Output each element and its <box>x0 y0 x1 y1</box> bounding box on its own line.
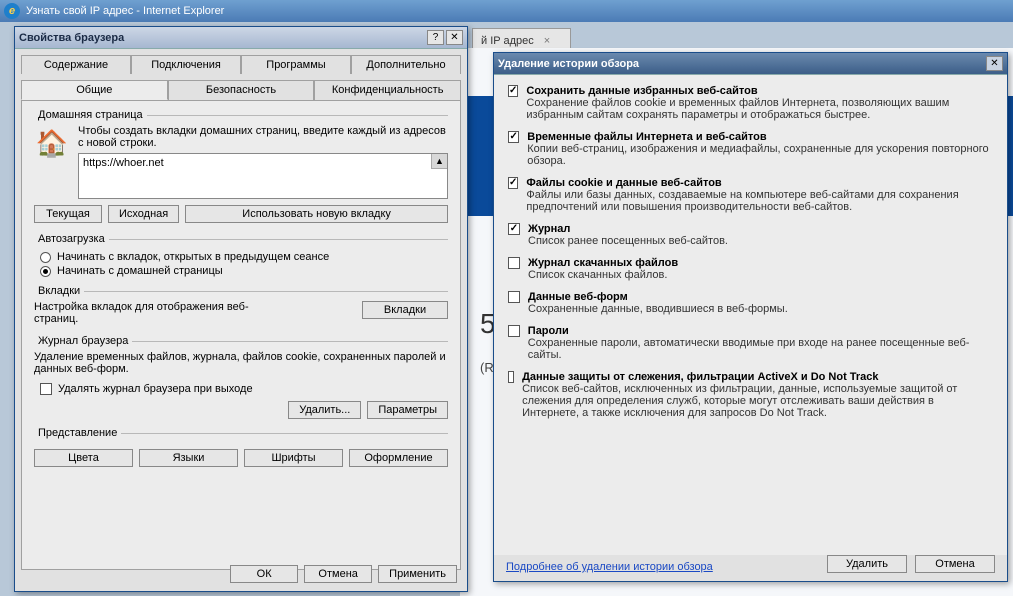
ok-button[interactable]: ОК <box>230 565 298 583</box>
hist-item: Временные файлы Интернета и веб-сайтовКо… <box>508 131 993 167</box>
hist-checkbox[interactable] <box>508 177 518 189</box>
cancel-button[interactable]: Отмена <box>304 565 372 583</box>
hist-item: ПаролиСохраненные пароли, автоматически … <box>508 325 993 361</box>
hist-checkbox[interactable] <box>508 325 520 337</box>
props-footer: ОК Отмена Применить <box>230 565 457 583</box>
hist-titlebar[interactable]: Удаление истории обзора ✕ <box>494 53 1007 75</box>
legend-home: Домашняя страница <box>34 109 147 121</box>
close-button[interactable]: ✕ <box>446 30 463 45</box>
homepage-url-input[interactable]: https://whoer.net ▲ <box>78 153 448 199</box>
legend-appearance: Представление <box>34 427 121 439</box>
legend-journal: Журнал браузера <box>34 335 132 347</box>
hist-item-title: Журнал скачанных файлов <box>528 257 678 269</box>
languages-button[interactable]: Языки <box>139 449 238 467</box>
default-button[interactable]: Исходная <box>108 205 179 223</box>
hist-checkbox[interactable] <box>508 131 519 143</box>
scroll-up-icon[interactable]: ▲ <box>431 154 447 169</box>
hist-item-desc: Сохраненные данные, вводившиеся в веб-фо… <box>528 303 788 315</box>
radio-start-tabs[interactable]: Начинать с вкладок, открытых в предыдуще… <box>40 251 448 263</box>
hist-item-title: Сохранить данные избранных веб-сайтов <box>526 85 993 97</box>
tab-general[interactable]: Общие <box>21 80 168 100</box>
hist-item-title: Файлы cookie и данные веб-сайтов <box>526 177 993 189</box>
current-button[interactable]: Текущая <box>34 205 102 223</box>
tab-connections[interactable]: Подключения <box>131 55 241 74</box>
tab-content[interactable]: Содержание <box>21 55 131 74</box>
hist-item: Сохранить данные избранных веб-сайтовСох… <box>508 85 993 121</box>
hist-delete-button[interactable]: Удалить <box>827 555 907 573</box>
legend-tabs: Вкладки <box>34 285 84 297</box>
hist-item-desc: Список скачанных файлов. <box>528 269 667 281</box>
params-button[interactable]: Параметры <box>367 401 448 419</box>
background-tab[interactable]: й IP адрес × <box>472 28 571 50</box>
hist-close-button[interactable]: ✕ <box>986 56 1003 71</box>
hist-item-title: Данные защиты от слежения, фильтрации Ac… <box>522 371 993 383</box>
style-button[interactable]: Оформление <box>349 449 448 467</box>
ie-titlebar: e Узнать свой IP адрес - Internet Explor… <box>0 0 1013 22</box>
hist-item-desc: Копии веб-страниц, изображения и медиафа… <box>527 143 988 167</box>
tab-privacy[interactable]: Конфиденциальность <box>314 80 461 100</box>
close-icon[interactable]: × <box>544 35 550 47</box>
legend-autoload: Автозагрузка <box>34 233 109 245</box>
hist-checkbox[interactable] <box>508 291 520 303</box>
hist-item: Файлы cookie и данные веб-сайтовФайлы ил… <box>508 177 993 213</box>
props-title: Свойства браузера <box>19 32 124 44</box>
use-newtab-button[interactable]: Использовать новую вкладку <box>185 205 448 223</box>
tabs-row-1: Содержание Подключения Программы Дополни… <box>15 49 467 74</box>
hist-checkbox[interactable] <box>508 257 520 269</box>
delete-button[interactable]: Удалить... <box>288 401 361 419</box>
tab-body-general: Домашняя страница 🏠 Чтобы создать вкладк… <box>21 100 461 570</box>
hist-item-desc: Сохраненные пароли, автоматически вводим… <box>528 337 970 361</box>
home-icon: 🏠 <box>34 125 70 161</box>
hist-item-title: Данные веб-форм <box>528 291 788 303</box>
hist-item: Данные защиты от слежения, фильтрации Ac… <box>508 371 993 419</box>
window-title: Узнать свой IP адрес - Internet Explorer <box>26 5 224 17</box>
tabs-hint: Настройка вкладок для отображения веб-ст… <box>34 301 274 325</box>
tab-advanced[interactable]: Дополнительно <box>351 55 461 74</box>
hist-checkbox[interactable] <box>508 85 518 97</box>
hist-item: Журнал скачанных файловСписок скачанных … <box>508 257 993 281</box>
tabs-row-2: Общие Безопасность Конфиденциальность <box>15 74 467 100</box>
browser-properties-dialog: Свойства браузера ? ✕ Содержание Подключ… <box>14 26 468 592</box>
hist-item-title: Временные файлы Интернета и веб-сайтов <box>527 131 993 143</box>
home-hint: Чтобы создать вкладки домашних страниц, … <box>78 125 448 149</box>
tab-programs[interactable]: Программы <box>241 55 351 74</box>
journal-hint: Удаление временных файлов, журнала, файл… <box>34 351 448 375</box>
ie-logo-icon: e <box>4 3 20 19</box>
fonts-button[interactable]: Шрифты <box>244 449 343 467</box>
colors-button[interactable]: Цвета <box>34 449 133 467</box>
tabs-button[interactable]: Вкладки <box>362 301 448 319</box>
props-titlebar[interactable]: Свойства браузера ? ✕ <box>15 27 467 49</box>
hist-item-desc: Список веб-сайтов, исключенных из фильтр… <box>522 383 957 419</box>
tab-security[interactable]: Безопасность <box>168 80 315 100</box>
radio-start-home[interactable]: Начинать с домашней страницы <box>40 265 448 277</box>
hist-item-desc: Список ранее посещенных веб-сайтов. <box>528 235 728 247</box>
hist-item: Данные веб-формСохраненные данные, вводи… <box>508 291 993 315</box>
hist-item: ЖурналСписок ранее посещенных веб-сайтов… <box>508 223 993 247</box>
apply-button[interactable]: Применить <box>378 565 457 583</box>
hist-item-title: Пароли <box>528 325 993 337</box>
hist-checkbox[interactable] <box>508 371 514 383</box>
hist-title: Удаление истории обзора <box>498 58 639 70</box>
check-delete-on-exit[interactable]: Удалять журнал браузера при выходе <box>40 383 448 395</box>
hist-cancel-button[interactable]: Отмена <box>915 555 995 573</box>
hist-item-desc: Файлы или базы данных, создаваемые на ко… <box>526 189 958 213</box>
delete-history-dialog: Удаление истории обзора ✕ Сохранить данн… <box>493 52 1008 582</box>
hist-more-link[interactable]: Подробнее об удалении истории обзора <box>506 561 713 573</box>
hist-item-desc: Сохранение файлов cookie и временных фай… <box>526 97 949 121</box>
hist-body: Сохранить данные избранных веб-сайтовСох… <box>494 75 1007 555</box>
hist-item-title: Журнал <box>528 223 728 235</box>
hist-checkbox[interactable] <box>508 223 520 235</box>
help-button[interactable]: ? <box>427 30 444 45</box>
